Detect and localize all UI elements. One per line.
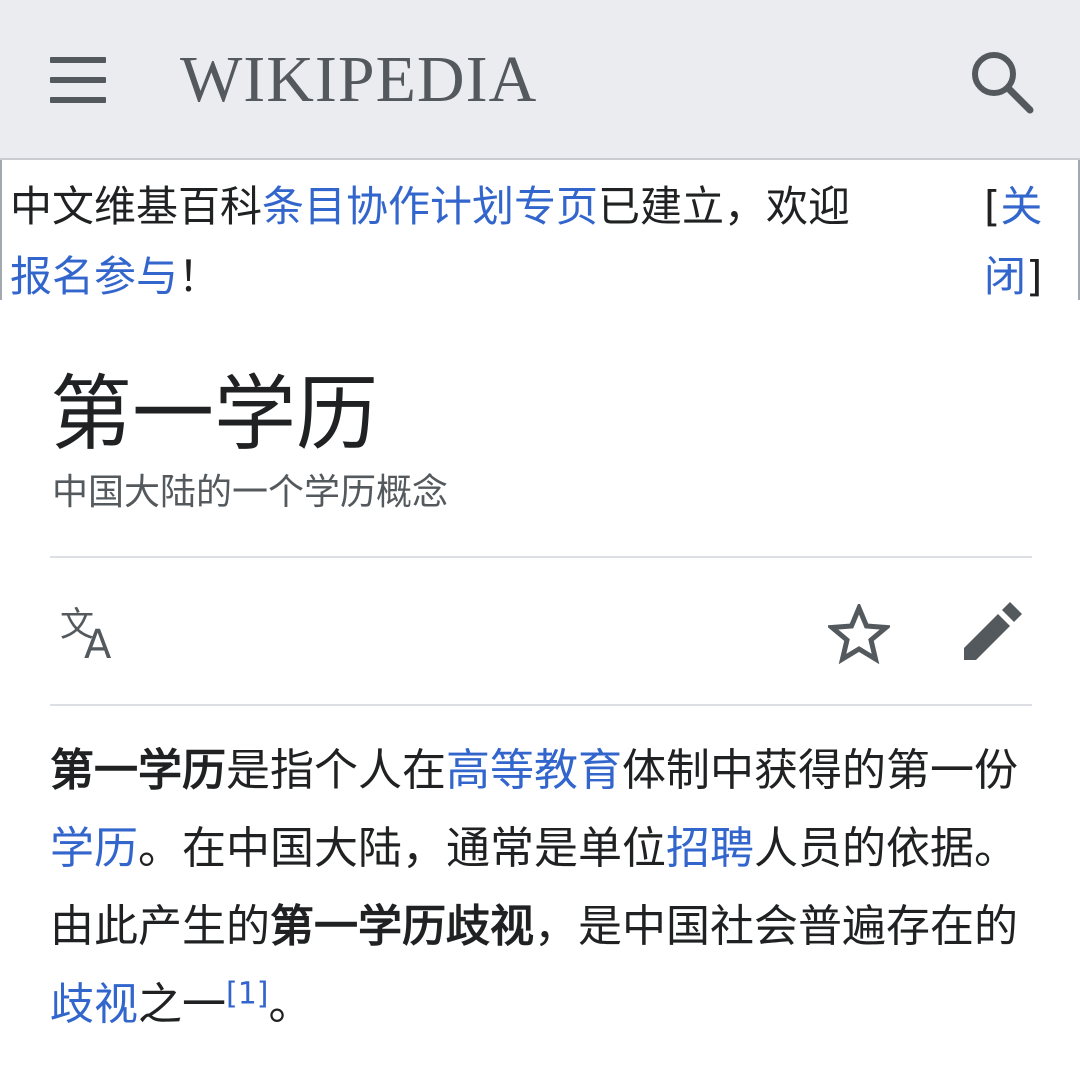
page-title: 第一学历 [50,367,379,462]
article-lead-paragraph: 第一学历是指个人在高等教育体制中获得的第一份学历。在中国大陆，通常是单位招聘人员… [50,732,1032,1044]
wikipedia-logo[interactable]: WIKIPEDIA [180,38,537,122]
svg-text:A: A [84,622,112,664]
search-icon[interactable] [966,46,1038,118]
lead-text-1: 是指个人在 [226,745,446,796]
link-recruitment[interactable]: 招聘 [666,823,754,874]
lead-text-5: ，是中国社会普遍存在的 [534,901,1018,952]
lead-text-3: 。在中国大陆，通常是单位 [138,823,666,874]
star-icon[interactable] [825,601,893,665]
lead-bold-discrimination: 第一学历歧视 [270,901,534,952]
site-notice-banner: 中文维基百科条目协作计划专页已建立，欢迎 报名参与！ [关闭] [0,160,1080,301]
close-bracket-close: ] [1026,252,1043,301]
link-degree[interactable]: 学历 [50,823,138,874]
lead-text-6: 之一 [138,979,226,1030]
language-translate-icon[interactable]: 文 A [58,602,124,668]
lead-text-2: 体制中获得的第一份 [622,745,1018,796]
lead-text-7: 。 [268,979,313,1030]
banner-close: [关闭] [984,172,1042,312]
pencil-edit-icon[interactable] [960,602,1022,664]
divider-top [50,556,1032,558]
divider-bottom [50,704,1032,706]
link-discrimination[interactable]: 歧视 [50,979,138,1030]
lead-term: 第一学历 [50,745,226,796]
collaboration-project-link[interactable]: 条目协作计划专页 [262,182,598,231]
banner-text-suffix: ！ [178,252,221,301]
top-bar: WIKIPEDIA [0,0,1080,160]
close-bracket-open: [ [984,182,1001,231]
reference-link-1[interactable]: [1] [226,976,269,1011]
signup-link[interactable]: 报名参与 [10,252,178,301]
link-higher-education[interactable]: 高等教育 [446,745,622,796]
hamburger-menu-icon[interactable] [50,55,106,105]
banner-text-prefix: 中文维基百科 [10,182,263,231]
page-description: 中国大陆的一个学历概念 [52,472,449,513]
banner-text-middle: 已建立，欢迎 [598,182,851,231]
